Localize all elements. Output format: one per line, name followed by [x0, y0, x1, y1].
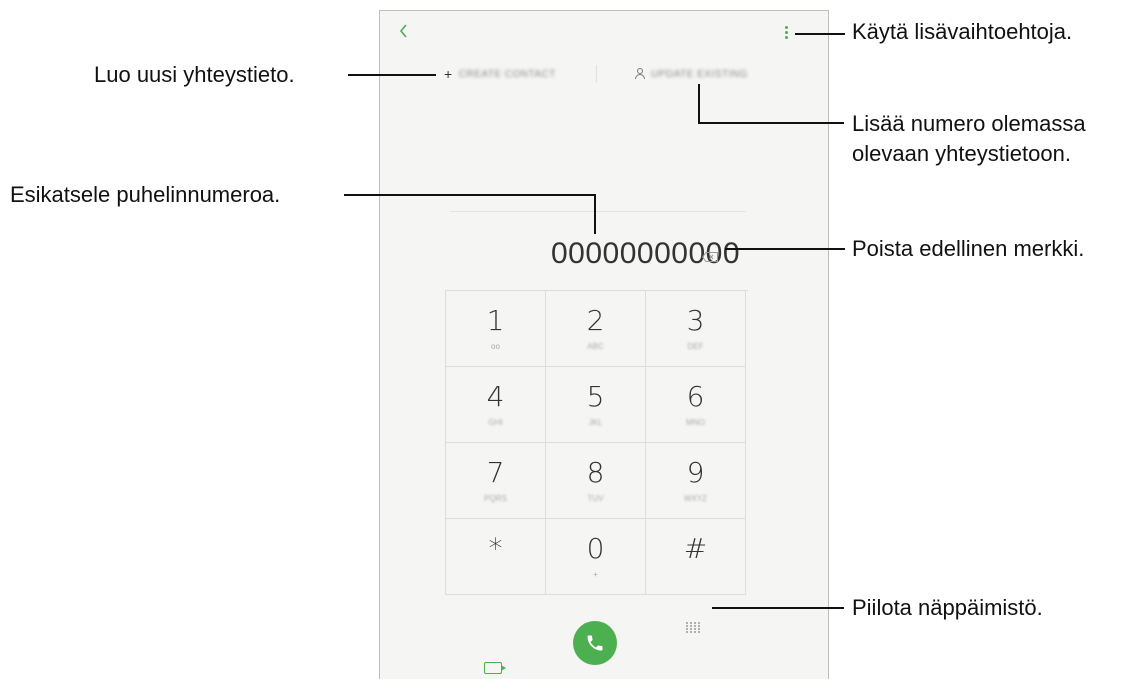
key-star[interactable]: *: [446, 519, 546, 595]
key-digit: 8: [586, 455, 605, 489]
update-existing-label: UPDATE EXISTING: [651, 68, 748, 80]
key-7[interactable]: 7 PQRS: [446, 443, 546, 519]
leader-line: [594, 194, 596, 234]
action-divider: [596, 65, 597, 83]
video-call-icon[interactable]: [484, 662, 506, 674]
phone-icon: [587, 635, 603, 651]
leader-line: [348, 74, 436, 76]
key-letters: +: [593, 569, 598, 579]
key-5[interactable]: 5 JKL: [546, 367, 646, 443]
key-letters: JKL: [588, 417, 603, 427]
voicemail-icon: oo: [491, 341, 500, 351]
key-letters: WXYZ: [683, 493, 708, 503]
dialpad-icon[interactable]: [686, 622, 702, 638]
key-letters: DEF: [687, 341, 704, 351]
key-digit: 6: [686, 379, 705, 413]
person-icon: [635, 68, 645, 80]
key-digit: 9: [686, 455, 705, 489]
number-divider: [450, 211, 746, 212]
key-digit: #: [683, 531, 708, 565]
leader-line: [344, 194, 596, 196]
key-letters: TUV: [587, 493, 604, 503]
key-letters: ABC: [587, 341, 604, 351]
key-digit: 3: [686, 303, 705, 337]
backspace-icon[interactable]: [701, 249, 718, 262]
annotation-add-existing-line1: Lisää numero olemassa: [852, 111, 1086, 136]
key-6[interactable]: 6 MNO: [646, 367, 746, 443]
annotation-preview-number: Esikatsele puhelinnumeroa.: [10, 182, 281, 207]
key-digit: *: [488, 531, 503, 565]
dialer-screen: + CREATE CONTACT UPDATE EXISTING 0000000…: [379, 10, 829, 679]
key-digit: 5: [586, 379, 605, 413]
key-1[interactable]: 1 oo: [446, 291, 546, 367]
leader-line: [712, 607, 844, 609]
key-letters: MNO: [686, 417, 705, 427]
key-letters: GHI: [488, 417, 503, 427]
annotation-create-contact: Luo uusi yhteystieto.: [94, 62, 295, 87]
key-digit: 0: [586, 531, 605, 565]
create-contact-label: CREATE CONTACT: [458, 68, 556, 80]
call-button[interactable]: [573, 621, 617, 665]
update-existing-button[interactable]: UPDATE EXISTING: [635, 59, 748, 89]
more-vert-icon[interactable]: [780, 21, 792, 43]
key-0[interactable]: 0 +: [546, 519, 646, 595]
leader-line: [698, 122, 844, 124]
key-3[interactable]: 3 DEF: [646, 291, 746, 367]
annotation-more-options: Käytä lisävaihtoehtoja.: [852, 19, 1073, 44]
leader-line: [795, 33, 845, 35]
leader-line: [725, 248, 845, 250]
annotation-hide-keypad: Piilota näppäimistö.: [852, 595, 1043, 620]
create-contact-button[interactable]: + CREATE CONTACT: [444, 59, 556, 89]
key-4[interactable]: 4 GHI: [446, 367, 546, 443]
phone-number-display: 00000000000: [550, 237, 740, 270]
key-digit: 4: [486, 379, 505, 413]
key-digit: 1: [486, 303, 505, 337]
key-hash[interactable]: #: [646, 519, 746, 595]
key-2[interactable]: 2 ABC: [546, 291, 646, 367]
key-digit: 7: [486, 455, 505, 489]
top-action-bar: + CREATE CONTACT UPDATE EXISTING: [380, 59, 828, 89]
key-letters: PQRS: [484, 493, 507, 503]
annotation-delete-char: Poista edellinen merkki.: [852, 236, 1085, 261]
key-9[interactable]: 9 WXYZ: [646, 443, 746, 519]
chevron-left-icon[interactable]: [394, 19, 414, 43]
dial-keypad: 1 oo 2 ABC 3 DEF 4 GHI 5 JKL 6 MNO 7 PQRS 8 TUV …: [445, 290, 748, 595]
key-8[interactable]: 8 TUV: [546, 443, 646, 519]
key-digit: 2: [586, 303, 605, 337]
plus-icon: +: [444, 66, 453, 82]
annotation-add-existing-line2: olevaan yhteystietoon.: [852, 141, 1071, 166]
leader-line: [698, 84, 700, 124]
